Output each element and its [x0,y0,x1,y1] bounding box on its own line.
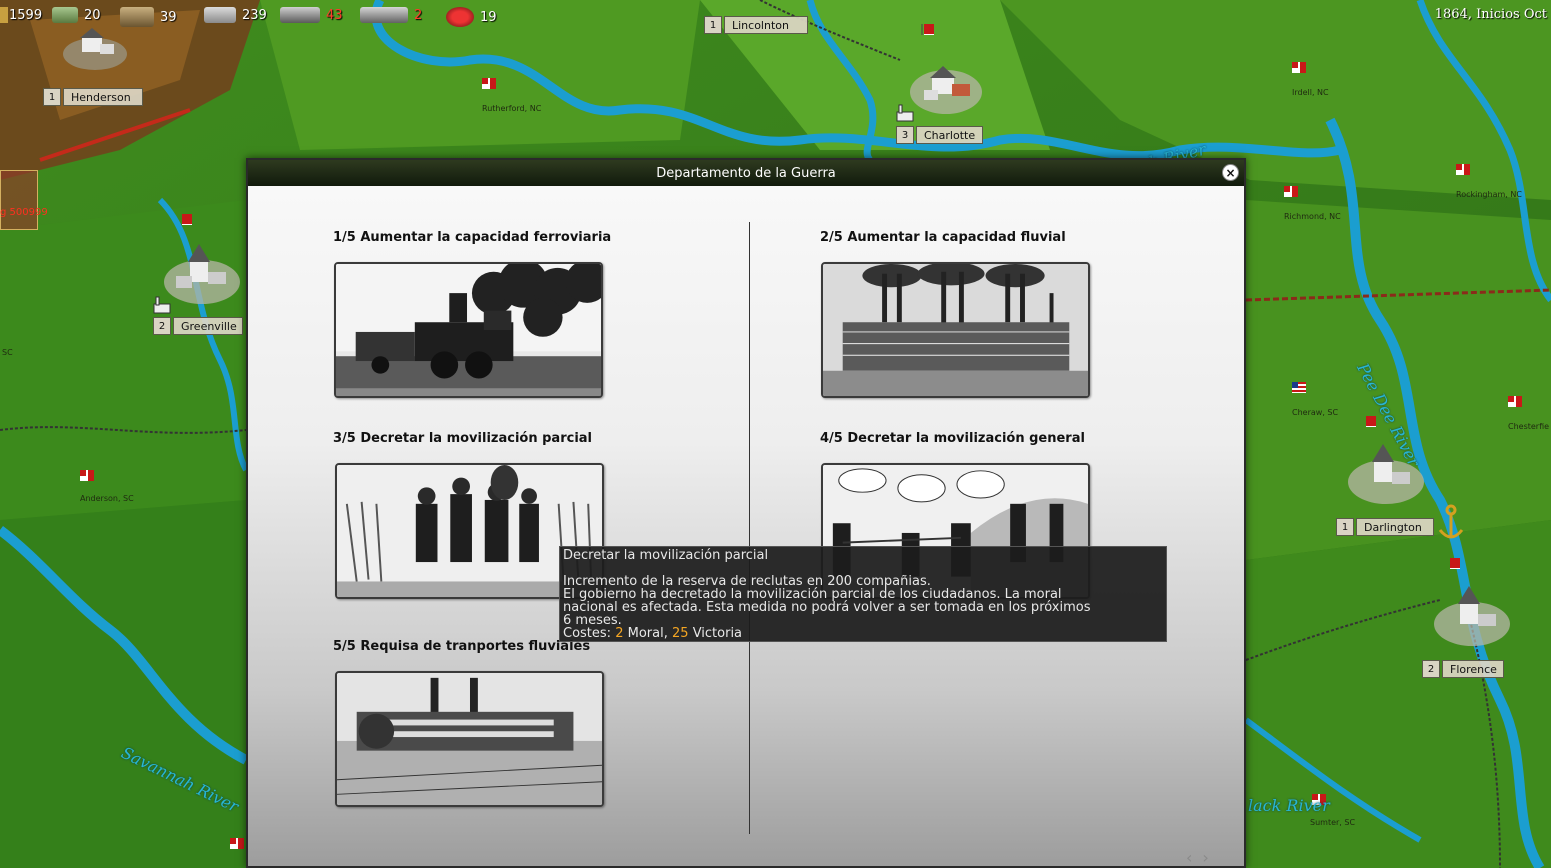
cost-victory-value: 25 [672,626,689,641]
hud-morale[interactable]: 19 [446,7,497,27]
hud-money[interactable]: 1599 [0,7,42,23]
town-label: Irdell, NC [1292,88,1329,97]
confederate-flag-icon [1366,416,1376,427]
cost-moral-label: Moral, [627,626,668,641]
city-icon[interactable] [1432,582,1512,648]
river-transport-illustration[interactable] [335,671,604,807]
confederate-flag-icon [80,470,94,481]
river-label: lack River [1248,796,1330,815]
cost-moral-value: 2 [615,626,624,641]
hud-troops[interactable]: 39 [120,7,177,27]
supply-icon [204,7,236,23]
option-title: 5/5 Requisa de tranportes fluviales [333,639,591,654]
hud-river[interactable]: 2 [360,7,422,23]
next-page-arrow-icon[interactable]: › [1202,848,1208,867]
town-label: Rutherford, NC [482,104,542,113]
confederate-flag-icon [230,838,244,849]
resource-bar: 1599 20 39 239 43 2 19 1864, Inicios Oct [0,0,1551,30]
hud-river-value: 2 [414,7,423,23]
city-label-darlington[interactable]: 1 Darlington [1336,518,1434,536]
confederate-flag-icon [1292,62,1306,73]
alert-box[interactable] [0,170,38,230]
cost-victory-label: Victoria [692,626,743,641]
city-label-florence[interactable]: 2 Florence [1422,660,1504,678]
option-title: 1/5 Aumentar la capacidad ferroviaria [333,230,612,245]
money-icon [0,7,8,23]
city-level: 1 [43,88,61,106]
troops-icon [120,7,154,27]
hud-money-value: 1599 [9,7,43,23]
factory-icon [153,296,171,314]
option-partial-mobilization[interactable]: 3/5 Decretar la movilización parcial [333,431,592,446]
city-name: Greenville [173,317,243,335]
hud-rail[interactable]: 43 [280,7,343,23]
option-railway-capacity[interactable]: 1/5 Aumentar la capacidad ferroviaria [333,230,611,245]
confederate-flag-icon [1508,396,1522,407]
dialog-header[interactable]: Departamento de la Guerra × [248,160,1244,186]
anchor-icon[interactable] [1436,504,1466,544]
tooltip-line: nacional es afectada. Esta medida no pod… [563,600,1091,615]
dialog-title: Departamento de la Guerra [656,165,836,181]
ship-icon [360,7,408,23]
confederate-flag-icon [1450,558,1460,569]
confederate-flag-icon [482,78,496,89]
hud-supply[interactable]: 239 [204,7,267,23]
town-label: Anderson, SC [80,494,134,503]
city-label-henderson[interactable]: 1 Henderson [43,88,143,106]
city-label-greenville[interactable]: 2 Greenville [153,317,243,335]
confederate-flag-icon [1456,164,1470,175]
city-level: 2 [153,317,171,335]
city-name: Henderson [63,88,143,106]
option-river-transport-requisition[interactable]: 5/5 Requisa de tranportes fluviales [333,639,590,654]
confederate-flag-icon [182,214,192,225]
town-label: Richmond, NC [1284,212,1341,221]
steamboats-illustration[interactable] [821,262,1090,398]
confederate-flag-icon [1284,186,1298,197]
page-nav: ‹ › [1186,848,1209,867]
tooltip-title: Decretar la movilización parcial [563,548,769,563]
locomotive-illustration[interactable] [334,262,603,398]
cost-label: Costes: [563,626,612,641]
morale-dial-icon [446,7,474,27]
city-name: Charlotte [916,126,984,144]
cash-icon [52,7,78,23]
hud-morale-value: 19 [480,9,497,25]
alert-text: g 500999 [0,207,48,218]
city-level: 1 [1336,518,1354,536]
city-name: Darlington [1356,518,1434,536]
prev-page-arrow-icon[interactable]: ‹ [1186,848,1192,867]
hud-rail-value: 43 [326,7,343,23]
game-date: 1864, Inicios Oct [1434,7,1547,22]
town-label: Cheraw, SC [1292,408,1339,417]
hud-troops-value: 39 [160,9,177,25]
factory-icon [896,104,914,122]
city-level: 3 [896,126,914,144]
city-level: 2 [1422,660,1440,678]
city-label-charlotte[interactable]: 3 Charlotte [896,126,984,144]
hud-supply-value: 239 [242,7,267,23]
option-river-capacity[interactable]: 2/5 Aumentar la capacidad fluvial [820,230,1066,245]
tooltip: Decretar la movilización parcial Increme… [559,546,1167,642]
town-label: Chesterfie [1508,422,1550,431]
tooltip-costs: Costes: 2 Moral, 25 Victoria [563,627,1163,640]
column-divider [749,222,750,834]
option-general-mobilization[interactable]: 4/5 Decretar la movilización general [820,431,1085,446]
option-title: 3/5 Decretar la movilización parcial [333,431,592,446]
city-icon[interactable] [162,240,242,306]
hud-cash[interactable]: 20 [52,7,101,23]
town-label: Sumter, SC [1310,818,1356,827]
war-department-dialog: Departamento de la Guerra × 1/5 Aumentar… [246,158,1246,868]
city-icon[interactable] [908,50,984,116]
train-icon [280,7,320,23]
hud-cash-value: 20 [84,7,101,23]
town-label: Rockingham, NC [1456,190,1522,199]
union-flag-icon [1292,382,1306,393]
option-title: 4/5 Decretar la movilización general [820,431,1085,446]
close-button[interactable]: × [1222,164,1239,181]
option-title: 2/5 Aumentar la capacidad fluvial [820,230,1066,245]
town-label: SC [2,348,13,357]
city-name: Florence [1442,660,1504,678]
